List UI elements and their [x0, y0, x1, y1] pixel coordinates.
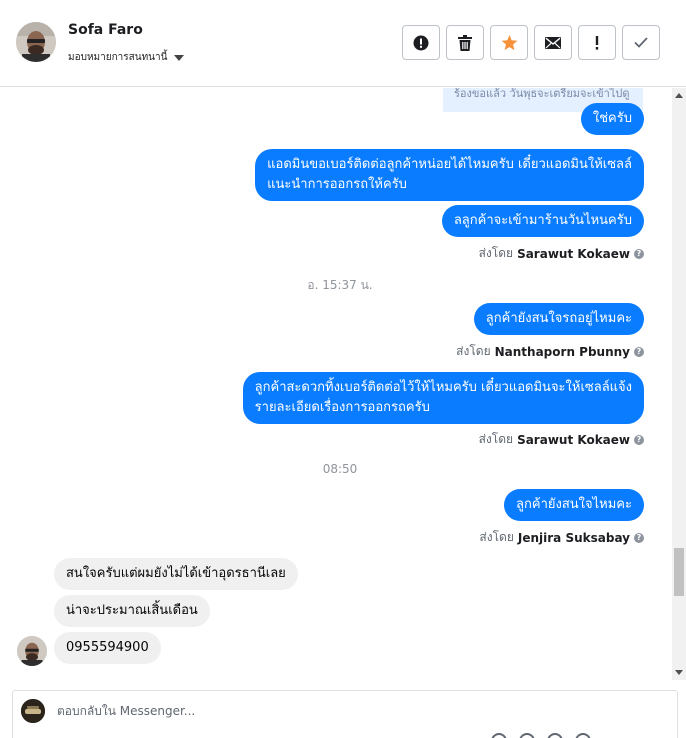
mark-unread-button[interactable] [534, 25, 572, 60]
star-button[interactable] [490, 25, 528, 60]
message-text: ร้องขอแล้ว วันพุธจะเตรียมจะเข้าไปดู [454, 88, 630, 100]
conversation-toolbar [402, 25, 660, 60]
sent-by-label: ส่งโดย Sarawut Kokaew ? [479, 244, 644, 263]
message-line: ลูกค้าสะดวกทิ้งเบอร์ติดต่อไว้ให้ไหมครับ … [254, 380, 632, 395]
chevron-down-icon [174, 54, 185, 61]
message-scrollbar[interactable] [672, 88, 686, 680]
message-timestamp: อ. 15:37 น. [307, 278, 373, 292]
sender-name: Sarawut Kokaew [517, 246, 630, 261]
contact-avatar-small[interactable] [17, 636, 47, 666]
assign-label: มอบหมายการสนทนานี้ [68, 52, 168, 63]
sticker-icon[interactable] [575, 733, 591, 738]
incoming-message: น่าจะประมาณเสิ้นเดือน [54, 595, 210, 627]
message-line: แนะนำการออกรถให้ครับ [267, 177, 407, 192]
incoming-message: 0955594900 [54, 632, 161, 664]
incoming-message: สนใจครับแต่ผมยังไม่ได้เข้าอุดรธานีเลย [54, 558, 298, 590]
message-line: รายละเอียดเรื่องการออกรถครับ [254, 400, 430, 415]
outgoing-message: แอดมินขอเบอร์ติดต่อลูกค้าหน่อยได้ไหมครับ… [255, 149, 644, 201]
scroll-down-arrow-icon[interactable] [675, 670, 683, 675]
help-icon[interactable]: ? [634, 248, 644, 259]
outgoing-message: ลลูกค้าจะเข้ามาร้านวันไหนครับ [441, 205, 644, 237]
checkmark-icon [634, 37, 648, 48]
sender-name: Sarawut Kokaew [517, 432, 630, 447]
outgoing-message: ลูกค้าสะดวกทิ้งเบอร์ติดต่อไว้ให้ไหมครับ … [242, 372, 644, 424]
sent-by-prefix: ส่งโดย [478, 432, 514, 446]
alert-circle-icon [413, 35, 429, 50]
help-icon[interactable]: ? [634, 346, 644, 357]
reply-input[interactable] [57, 704, 617, 718]
follow-up-button[interactable] [578, 25, 616, 60]
help-icon[interactable]: ? [634, 434, 644, 445]
outgoing-message: ลูกค้ายังสนใจรถอยู่ไหมคะ [473, 303, 644, 335]
image-icon[interactable] [547, 733, 563, 738]
emoji-icon[interactable] [519, 733, 535, 738]
contact-name[interactable]: Sofa Faro [68, 22, 143, 38]
sender-name: Jenjira Suksabay [517, 530, 630, 545]
envelope-icon [545, 36, 561, 49]
outgoing-message: ลูกค้ายังสนใจไหมคะ [504, 489, 644, 521]
sent-by-prefix: ส่งโดย [456, 344, 491, 358]
attachment-icon[interactable] [491, 733, 507, 738]
conversation-header: Sofa Faro มอบหมายการสนทนานี้ [0, 0, 686, 87]
contact-avatar[interactable] [16, 22, 56, 62]
message-line: แอดมินขอเบอร์ติดต่อลูกค้าหน่อยได้ไหมครับ… [267, 157, 632, 172]
sender-name: Nanthaporn Pbunny [494, 344, 630, 359]
assign-conversation-dropdown[interactable]: มอบหมายการสนทนานี้ [68, 50, 185, 65]
sent-by-label: ส่งโดย Sarawut Kokaew ? [479, 430, 644, 449]
delete-button[interactable] [446, 25, 484, 60]
exclamation-icon [595, 35, 599, 50]
star-icon [501, 34, 517, 50]
mark-done-button[interactable] [622, 25, 660, 60]
sent-by-prefix: ส่งโดย [479, 530, 514, 544]
sent-by-prefix: ส่งโดย [478, 246, 514, 260]
mark-spam-button[interactable] [402, 25, 440, 60]
message-thread[interactable]: ร้องขอแล้ว วันพุธจะเตรียมจะเข้าไปดู ใช่ค… [0, 88, 686, 680]
message-timestamp: 08:50 [322, 462, 358, 476]
scrollbar-thumb[interactable] [674, 548, 684, 596]
sent-by-label: ส่งโดย Nanthaporn Pbunny ? [456, 342, 644, 361]
help-icon[interactable]: ? [634, 532, 644, 543]
sent-by-label: ส่งโดย Jenjira Suksabay ? [479, 528, 644, 547]
composer-tools [491, 733, 591, 738]
page-avatar [21, 699, 45, 723]
reply-composer [12, 690, 678, 738]
scroll-up-arrow-icon[interactable] [675, 93, 683, 98]
conversation-panel: Sofa Faro มอบหมายการสนทนานี้ ร้องขอแล้ว … [0, 0, 686, 738]
outgoing-message: ใช่ครับ [580, 103, 644, 135]
trash-icon [458, 34, 472, 51]
